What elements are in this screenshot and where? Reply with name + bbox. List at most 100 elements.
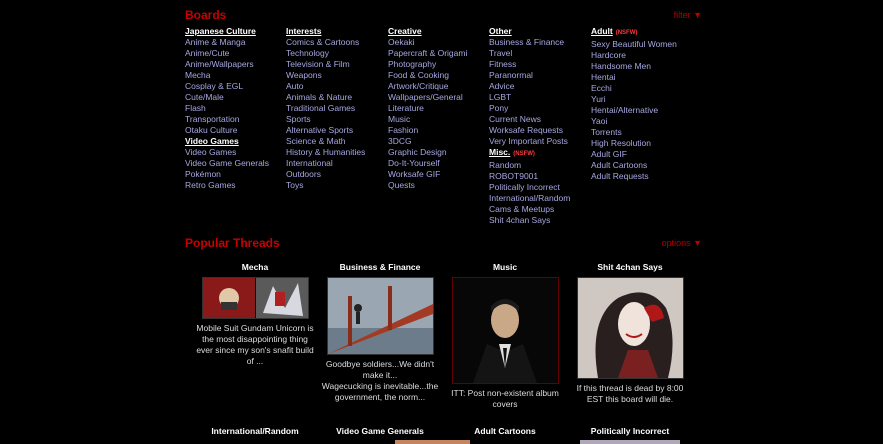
board-link[interactable]: Science & Math — [286, 136, 386, 147]
board-link[interactable]: Paranormal — [489, 70, 589, 81]
board-link[interactable]: Outdoors — [286, 169, 386, 180]
thread-thumbnail[interactable] — [395, 440, 470, 444]
board-link[interactable]: Cosplay & EGL — [185, 81, 285, 92]
board-link[interactable]: Random — [489, 160, 589, 171]
board-link[interactable]: Transportation — [185, 114, 285, 125]
board-link[interactable]: Adult GIF — [591, 149, 691, 160]
board-category-header[interactable]: Interests — [286, 26, 386, 37]
options-button[interactable]: options ▼ — [662, 238, 702, 248]
board-link[interactable]: History & Humanities — [286, 147, 386, 158]
board-link[interactable]: Quests — [388, 180, 488, 191]
board-link[interactable]: Weapons — [286, 70, 386, 81]
board-link[interactable]: Literature — [388, 103, 488, 114]
thread-board[interactable]: Video Game Generals — [315, 426, 445, 436]
board-category-header[interactable]: Video Games — [185, 136, 285, 147]
board-link[interactable]: Torrents — [591, 127, 691, 138]
thread-board[interactable]: Politically Incorrect — [565, 426, 695, 436]
thread-caption: If this thread is dead by 8:00 EST this … — [576, 383, 684, 404]
board-link[interactable]: Current News — [489, 114, 589, 125]
thread-caption: Goodbye soldiers...We didn't make it... … — [321, 359, 439, 402]
thread-card[interactable]: Music ITT: Post non-existent album cover… — [440, 262, 570, 410]
board-link[interactable]: Traditional Games — [286, 103, 386, 114]
thread-thumbnail[interactable] — [201, 277, 309, 319]
board-link[interactable]: Mecha — [185, 70, 285, 81]
board-link[interactable]: Hardcore — [591, 50, 691, 61]
thread-board[interactable]: Mecha — [190, 262, 320, 273]
filter-button[interactable]: filter ▼ — [674, 10, 702, 20]
board-link[interactable]: Music — [388, 114, 488, 125]
thread-thumbnail[interactable] — [451, 277, 559, 384]
thread-board[interactable]: Business & Finance — [315, 262, 445, 273]
board-link[interactable]: Do-It-Yourself — [388, 158, 488, 169]
thread-thumbnail[interactable] — [580, 440, 680, 444]
board-link[interactable]: Graphic Design — [388, 147, 488, 158]
board-link[interactable]: High Resolution — [591, 138, 691, 149]
board-link[interactable]: Fashion — [388, 125, 488, 136]
board-link[interactable]: Hentai — [591, 72, 691, 83]
board-link[interactable]: Sexy Beautiful Women — [591, 39, 691, 50]
board-link[interactable]: Animals & Nature — [286, 92, 386, 103]
board-category-header[interactable]: Adult (NSFW) — [591, 26, 691, 39]
board-link[interactable]: Pony — [489, 103, 589, 114]
board-link[interactable]: Business & Finance — [489, 37, 589, 48]
thread-card[interactable]: Shit 4chan Says If this thread is dead b… — [565, 262, 695, 405]
board-link[interactable]: Cams & Meetups — [489, 204, 589, 215]
thread-board[interactable]: International/Random — [190, 426, 320, 436]
board-link[interactable]: International/Random — [489, 193, 589, 204]
boards-title: Boards — [185, 8, 227, 22]
board-link[interactable]: Video Games — [185, 147, 285, 158]
board-link[interactable]: Pokémon — [185, 169, 285, 180]
board-link[interactable]: Yuri — [591, 94, 691, 105]
board-link[interactable]: Shit 4chan Says — [489, 215, 589, 226]
thread-thumbnail[interactable] — [576, 277, 684, 379]
board-link[interactable]: International — [286, 158, 386, 169]
board-category-header[interactable]: Misc. (NSFW) — [489, 147, 589, 160]
board-link[interactable]: Artwork/Critique — [388, 81, 488, 92]
board-link[interactable]: Auto — [286, 81, 386, 92]
board-link[interactable]: Retro Games — [185, 180, 285, 191]
board-link[interactable]: Photography — [388, 59, 488, 70]
board-link[interactable]: Fitness — [489, 59, 589, 70]
thread-card[interactable]: Business & Finance Goodbye soldiers...We… — [315, 262, 445, 403]
board-category-header[interactable]: Other — [489, 26, 589, 37]
board-link[interactable]: Alternative Sports — [286, 125, 386, 136]
board-link[interactable]: Yaoi — [591, 116, 691, 127]
board-link[interactable]: Hentai/Alternative — [591, 105, 691, 116]
board-category-header[interactable]: Japanese Culture — [185, 26, 285, 37]
board-link[interactable]: LGBT — [489, 92, 589, 103]
board-link[interactable]: Food & Cooking — [388, 70, 488, 81]
board-link[interactable]: Wallpapers/General — [388, 92, 488, 103]
board-link[interactable]: 3DCG — [388, 136, 488, 147]
board-category-header[interactable]: Creative — [388, 26, 488, 37]
board-link[interactable]: Flash — [185, 103, 285, 114]
thread-board[interactable]: Shit 4chan Says — [565, 262, 695, 273]
board-link[interactable]: Television & Film — [286, 59, 386, 70]
thread-card[interactable]: Mecha Mobile Suit Gundam Unicorn is the … — [190, 262, 320, 367]
board-link[interactable]: Very Important Posts — [489, 136, 589, 147]
board-link[interactable]: Ecchi — [591, 83, 691, 94]
thread-board[interactable]: Music — [440, 262, 570, 273]
board-link[interactable]: Anime/Wallpapers — [185, 59, 285, 70]
board-link[interactable]: Anime & Manga — [185, 37, 285, 48]
board-link[interactable]: Worksafe Requests — [489, 125, 589, 136]
board-link[interactable]: Adult Cartoons — [591, 160, 691, 171]
thread-board[interactable]: Adult Cartoons — [440, 426, 570, 436]
board-link[interactable]: Toys — [286, 180, 386, 191]
board-link[interactable]: Worksafe GIF — [388, 169, 488, 180]
board-link[interactable]: Handsome Men — [591, 61, 691, 72]
board-link[interactable]: Cute/Male — [185, 92, 285, 103]
board-link[interactable]: Anime/Cute — [185, 48, 285, 59]
board-link[interactable]: Sports — [286, 114, 386, 125]
board-link[interactable]: Advice — [489, 81, 589, 92]
thread-thumbnail[interactable] — [326, 277, 434, 355]
board-link[interactable]: Travel — [489, 48, 589, 59]
board-link[interactable]: Politically Incorrect — [489, 182, 589, 193]
board-link[interactable]: Oekaki — [388, 37, 488, 48]
board-link[interactable]: Technology — [286, 48, 386, 59]
board-link[interactable]: Papercraft & Origami — [388, 48, 488, 59]
board-link[interactable]: ROBOT9001 — [489, 171, 589, 182]
board-link[interactable]: Otaku Culture — [185, 125, 285, 136]
board-link[interactable]: Video Game Generals — [185, 158, 285, 169]
board-link[interactable]: Adult Requests — [591, 171, 691, 182]
board-link[interactable]: Comics & Cartoons — [286, 37, 386, 48]
